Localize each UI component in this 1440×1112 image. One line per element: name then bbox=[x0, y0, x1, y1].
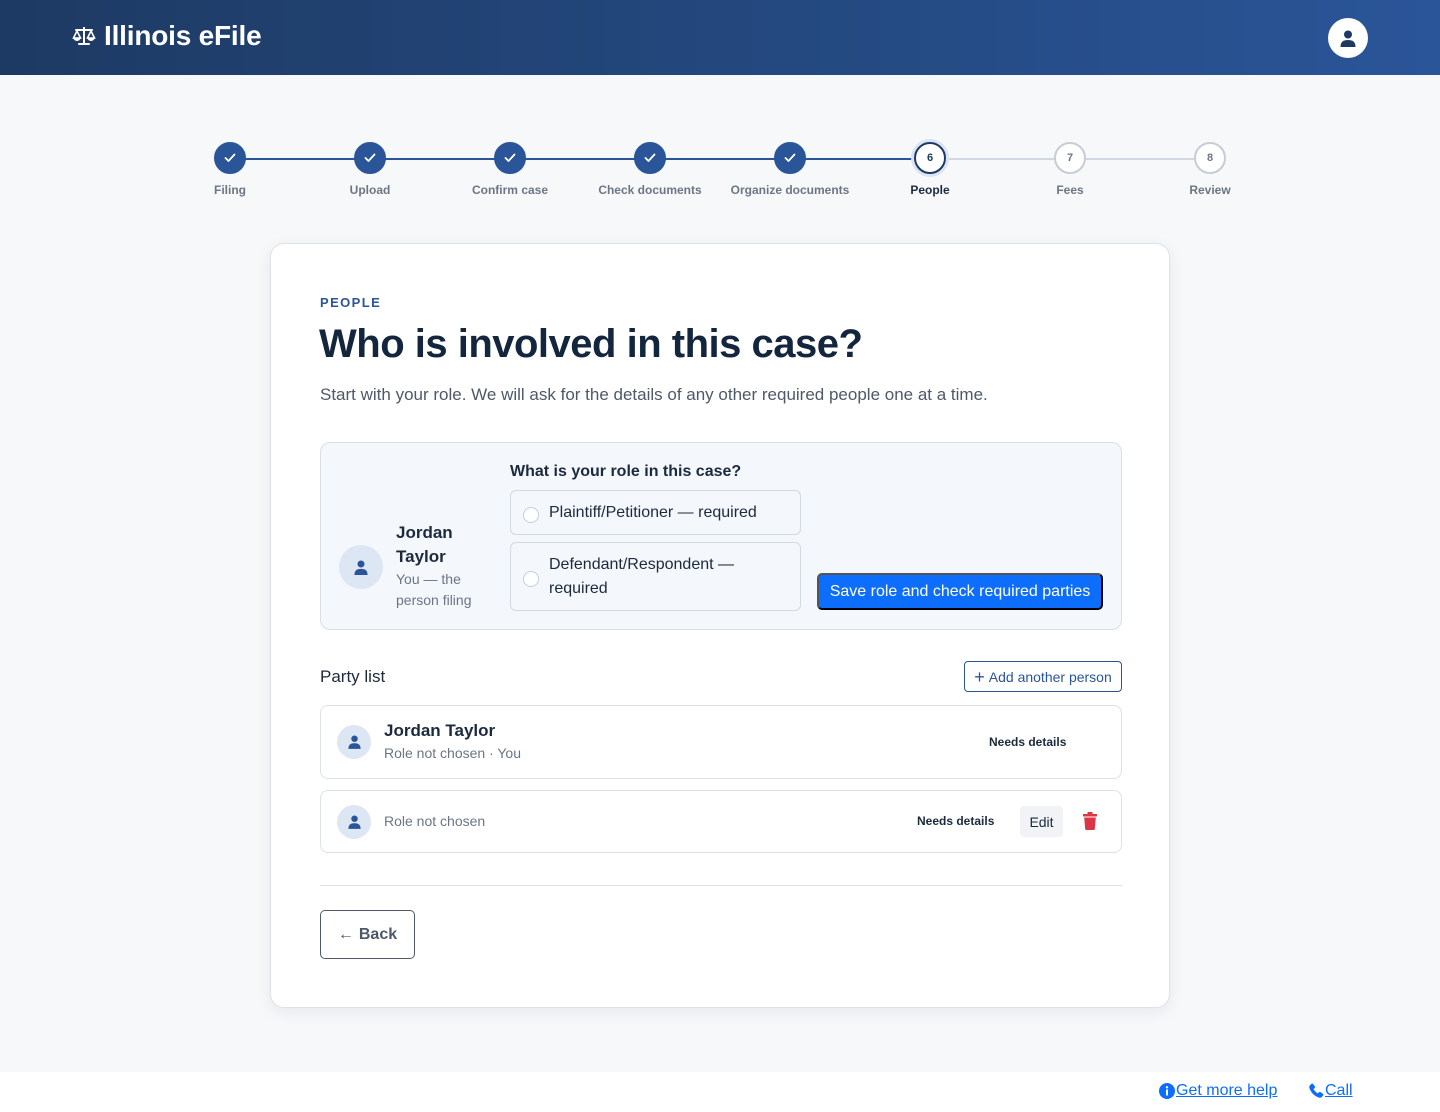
check-icon bbox=[634, 142, 666, 174]
step-organize-documents[interactable]: Organize documents bbox=[710, 142, 870, 197]
check-icon bbox=[494, 142, 526, 174]
brand[interactable]: Illinois eFile bbox=[72, 20, 262, 52]
progress-stepper: Filing Upload Confirm case Check documen… bbox=[214, 142, 1231, 202]
step-label: Organize documents bbox=[730, 183, 850, 197]
phone-icon bbox=[1309, 1083, 1324, 1098]
edit-button[interactable]: Edit bbox=[1020, 806, 1063, 837]
party-name: Jordan Taylor bbox=[384, 721, 496, 740]
avatar bbox=[339, 545, 383, 589]
avatar bbox=[337, 805, 371, 839]
step-upload[interactable]: Upload bbox=[290, 142, 450, 197]
call-link[interactable]: Call bbox=[1308, 1082, 1353, 1100]
role-option-plaintiff[interactable]: Plaintiff/Petitioner — required bbox=[510, 490, 801, 535]
step-label: People bbox=[910, 183, 950, 197]
role-option-label: Plaintiff/Petitioner — required bbox=[549, 503, 757, 521]
step-review: 8 Review bbox=[1130, 142, 1290, 197]
avatar bbox=[337, 725, 371, 759]
user-icon bbox=[347, 815, 361, 829]
step-filing[interactable]: Filing bbox=[150, 142, 310, 197]
info-icon bbox=[1159, 1083, 1175, 1099]
step-check-documents[interactable]: Check documents bbox=[570, 142, 730, 197]
step-label: Fees bbox=[1056, 183, 1084, 197]
check-icon bbox=[214, 142, 246, 174]
add-person-button[interactable]: + Add another person bbox=[964, 661, 1122, 692]
footer: Get more help Call bbox=[0, 1072, 1440, 1112]
check-icon bbox=[354, 142, 386, 174]
user-icon bbox=[347, 735, 361, 749]
back-label: Back bbox=[358, 925, 398, 943]
party-row[interactable]: Role not chosen Needs details Edit bbox=[320, 790, 1122, 853]
person-name: Jordan Taylor bbox=[396, 523, 453, 566]
party-role: Role not chosen bbox=[384, 813, 486, 829]
step-label: Upload bbox=[349, 183, 391, 197]
radio-button[interactable] bbox=[523, 570, 539, 587]
step-number: 7 bbox=[1054, 142, 1086, 174]
call-label: Call bbox=[1325, 1082, 1353, 1099]
step-fees: 7 Fees bbox=[990, 142, 1150, 197]
top-bar: Illinois eFile bbox=[0, 0, 1440, 75]
trash-icon[interactable] bbox=[1083, 812, 1097, 830]
party-row[interactable]: Jordan Taylor Role not chosen · You Need… bbox=[320, 705, 1122, 779]
role-panel: Jordan Taylor You — the person filing Wh… bbox=[320, 442, 1122, 630]
back-button[interactable]: ← Back bbox=[320, 910, 415, 959]
role-option-defendant[interactable]: Defendant/Respondent — required bbox=[510, 542, 801, 611]
role-question: What is your role in this case? bbox=[510, 463, 742, 480]
step-label: Filing bbox=[214, 183, 246, 197]
person-subtitle: You — the person filing bbox=[396, 571, 472, 608]
party-role: Role not chosen · You bbox=[384, 745, 521, 761]
step-label: Review bbox=[1189, 183, 1231, 197]
step-number: 8 bbox=[1194, 142, 1226, 174]
step-confirm-case[interactable]: Confirm case bbox=[430, 142, 590, 197]
role-option-label: Defendant/Respondent — required bbox=[549, 555, 735, 597]
check-icon bbox=[774, 142, 806, 174]
section-eyebrow: PEOPLE bbox=[320, 295, 382, 310]
party-list-heading: Party list bbox=[320, 667, 386, 686]
add-person-label: Add another person bbox=[988, 668, 1112, 685]
radio-button[interactable] bbox=[523, 506, 539, 523]
scale-icon bbox=[72, 27, 96, 45]
get-help-link[interactable]: Get more help bbox=[1159, 1082, 1277, 1100]
arrow-left-icon: ← bbox=[337, 925, 354, 943]
step-people[interactable]: 6 People bbox=[850, 142, 1010, 197]
user-icon bbox=[354, 560, 368, 575]
step-number: 6 bbox=[914, 142, 946, 174]
status-badge: Needs details bbox=[989, 735, 1067, 749]
step-label: Confirm case bbox=[471, 183, 549, 197]
status-badge: Needs details bbox=[917, 814, 995, 828]
get-help-label: Get more help bbox=[1176, 1082, 1278, 1099]
people-card: PEOPLE Who is involved in this case? Sta… bbox=[270, 243, 1170, 1008]
user-icon bbox=[1340, 30, 1356, 47]
divider bbox=[320, 885, 1122, 886]
app-title: Illinois eFile bbox=[104, 20, 262, 51]
save-role-button[interactable]: Save role and check required parties bbox=[817, 573, 1103, 610]
page-title: Who is involved in this case? bbox=[319, 322, 863, 366]
page-lead: Start with your role. We will ask for th… bbox=[320, 385, 988, 404]
account-button[interactable] bbox=[1328, 18, 1368, 58]
plus-icon: + bbox=[974, 666, 985, 687]
step-label: Check documents bbox=[598, 183, 702, 197]
